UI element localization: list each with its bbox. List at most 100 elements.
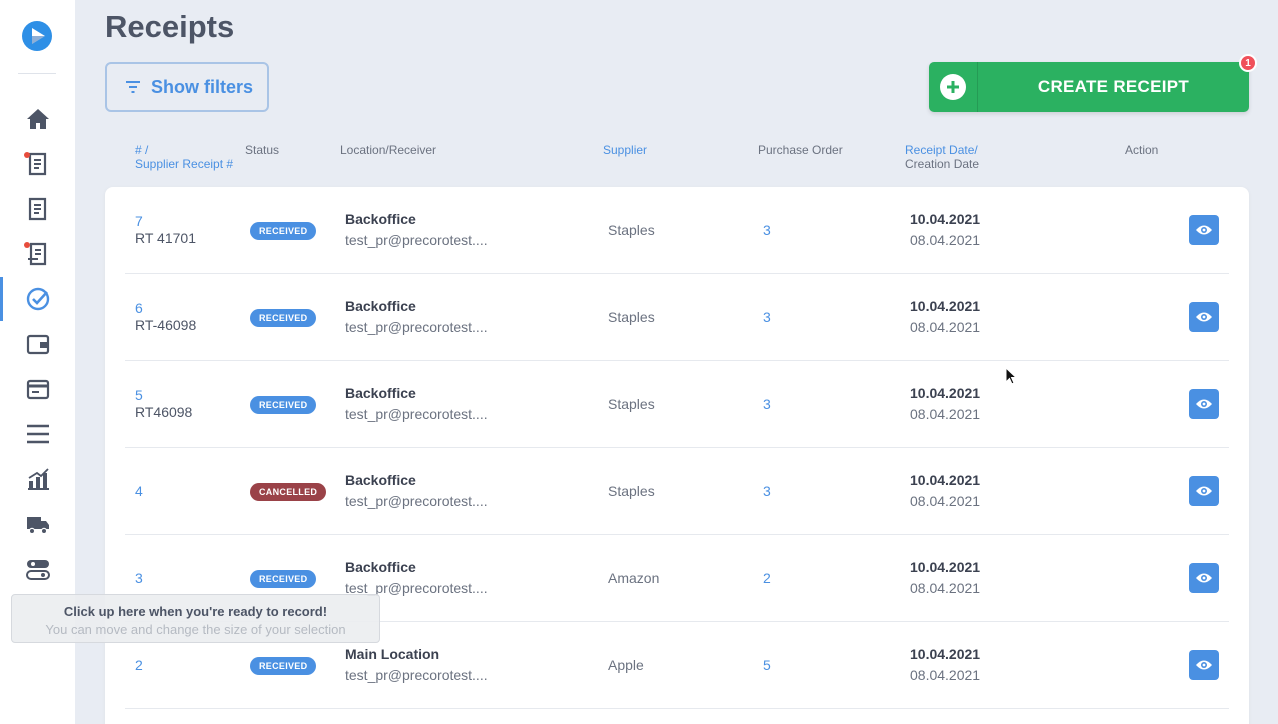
creation-date: 08.04.2021 <box>910 493 981 509</box>
view-button[interactable] <box>1189 215 1219 245</box>
creation-date: 08.04.2021 <box>910 580 981 596</box>
receipt-id-link[interactable]: 3 <box>135 570 143 586</box>
status-badge: CANCELLED <box>250 483 327 501</box>
status-badge: RECEIVED <box>250 309 317 327</box>
sidebar-divider <box>18 73 56 74</box>
supplier-truck-icon <box>26 517 49 535</box>
sidebar-item-home[interactable] <box>0 99 75 139</box>
column-header-receipt-date: Receipt Date/ <box>905 143 978 157</box>
purchase-order-link[interactable]: 2 <box>763 570 771 586</box>
create-receipt-button[interactable]: CREATE RECEIPT <box>929 62 1249 112</box>
sidebar-item-budgets[interactable] <box>0 324 75 364</box>
column-header-location: Location/Receiver <box>340 143 437 157</box>
view-button[interactable] <box>1189 389 1219 419</box>
receipt-date: 10.04.2021 <box>910 298 981 314</box>
purchase-order-link[interactable]: 5 <box>763 657 771 673</box>
column-header-date[interactable]: Receipt Date/ Creation Date <box>905 143 979 171</box>
purchase-order-link[interactable]: 3 <box>763 483 771 499</box>
list-icon <box>26 424 49 444</box>
wallet-icon <box>26 334 49 355</box>
show-filters-button[interactable]: Show filters <box>105 62 269 112</box>
eye-icon <box>1196 573 1212 583</box>
creation-date: 08.04.2021 <box>910 232 981 248</box>
supplier-receipt-number: RT46098 <box>135 404 193 420</box>
receiver-email: test_pr@precorotest.... <box>345 406 488 422</box>
purchase-order-icon <box>28 197 46 221</box>
supplier-receipt-number: RT-46098 <box>135 317 197 333</box>
sidebar-item-purchase-orders[interactable] <box>0 189 75 229</box>
receiver-email: test_pr@precorotest.... <box>345 493 488 509</box>
mouse-cursor-icon <box>1005 367 1017 385</box>
sidebar-item-receipts[interactable] <box>0 277 75 321</box>
table-row[interactable]: 4 CANCELLED Backoffice test_pr@precorote… <box>125 448 1229 535</box>
recorder-overlay[interactable]: Click up here when you're ready to recor… <box>11 594 380 643</box>
column-header-status: Status <box>245 143 280 157</box>
receipts-table: 7 RT 41701 RECEIVED Backoffice test_pr@p… <box>105 187 1249 724</box>
eye-icon <box>1196 660 1212 670</box>
location-name: Backoffice <box>345 385 416 401</box>
receiver-email: test_pr@precorotest.... <box>345 319 488 335</box>
location-name: Backoffice <box>345 472 416 488</box>
supplier-receipt-number: RT 41701 <box>135 230 196 246</box>
view-button[interactable] <box>1189 650 1219 680</box>
table-row[interactable]: 7 RT 41701 RECEIVED Backoffice test_pr@p… <box>125 187 1229 274</box>
settings-toggle-icon <box>25 560 50 580</box>
view-button[interactable] <box>1189 563 1219 593</box>
view-button[interactable] <box>1189 476 1219 506</box>
location-name: Main Location <box>345 646 440 662</box>
receipts-icon <box>26 287 49 311</box>
receipt-date: 10.04.2021 <box>910 211 981 227</box>
supplier-name: Staples <box>608 483 655 499</box>
status-badge: RECEIVED <box>250 657 317 675</box>
receipt-id-link[interactable]: 4 <box>135 483 143 499</box>
purchase-order-link[interactable]: 3 <box>763 309 771 325</box>
receipt-date: 10.04.2021 <box>910 385 981 401</box>
creation-date: 08.04.2021 <box>910 406 981 422</box>
supplier-name: Staples <box>608 396 655 412</box>
analytics-icon <box>27 468 49 490</box>
eye-icon <box>1196 486 1212 496</box>
show-filters-label: Show filters <box>151 76 254 97</box>
notification-dot <box>24 152 30 158</box>
sidebar-item-requisitions[interactable] <box>0 144 75 184</box>
column-header-action: Action <box>1125 143 1159 157</box>
receipt-date: 10.04.2021 <box>910 646 981 662</box>
supplier-name: Staples <box>608 222 655 238</box>
sidebar-item-settings[interactable] <box>0 549 75 589</box>
sidebar-item-analytics[interactable] <box>0 459 75 499</box>
column-header-id[interactable]: # / Supplier Receipt # <box>135 143 233 171</box>
receipt-id-link[interactable]: 5 <box>135 387 143 403</box>
recorder-title: Click up here when you're ready to recor… <box>63 604 328 619</box>
recorder-subtitle: You can move and change the size of your… <box>45 622 346 637</box>
creation-date: 08.04.2021 <box>910 667 981 683</box>
notification-badge: 1 <box>1239 54 1257 72</box>
location-name: Backoffice <box>345 559 416 575</box>
receiver-email: test_pr@precorotest.... <box>345 232 488 248</box>
sidebar-item-invoices[interactable] <box>0 234 75 274</box>
create-plus-section <box>929 62 978 112</box>
column-header-id-line1: # / <box>135 143 149 157</box>
sidebar-item-cards[interactable] <box>0 369 75 409</box>
supplier-name: Staples <box>608 309 655 325</box>
view-button[interactable] <box>1189 302 1219 332</box>
receipt-id-link[interactable]: 2 <box>135 657 143 673</box>
receipt-id-link[interactable]: 6 <box>135 300 143 316</box>
receiver-email: test_pr@precorotest.... <box>345 667 488 683</box>
eye-icon <box>1196 312 1212 322</box>
receipt-id-link[interactable]: 7 <box>135 213 143 229</box>
table-row[interactable]: 5 RT46098 RECEIVED Backoffice test_pr@pr… <box>125 361 1229 448</box>
status-badge: RECEIVED <box>250 570 317 588</box>
table-row[interactable]: 6 RT-46098 RECEIVED Backoffice test_pr@p… <box>125 274 1229 361</box>
home-icon <box>26 109 49 129</box>
column-header-id-line2: Supplier Receipt # <box>135 157 234 171</box>
eye-icon <box>1196 225 1212 235</box>
page-title: Receipts <box>105 9 235 44</box>
card-icon <box>26 379 49 400</box>
purchase-order-link[interactable]: 3 <box>763 396 771 412</box>
app-logo[interactable] <box>22 21 52 51</box>
sidebar-item-suppliers[interactable] <box>0 504 75 544</box>
column-header-creation-date: Creation Date <box>905 157 980 171</box>
purchase-order-link[interactable]: 3 <box>763 222 771 238</box>
column-header-supplier[interactable]: Supplier <box>603 143 647 157</box>
sidebar-item-catalog[interactable] <box>0 414 75 454</box>
